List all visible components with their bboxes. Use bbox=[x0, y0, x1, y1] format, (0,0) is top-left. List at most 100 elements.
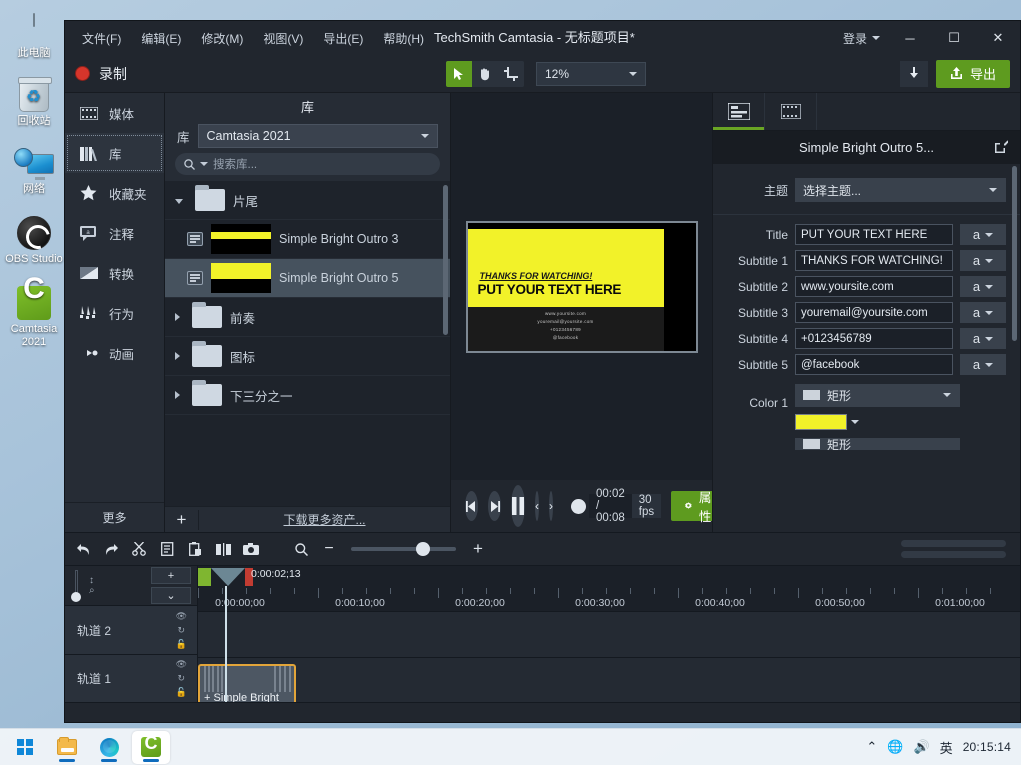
network-icon[interactable]: 🌐 bbox=[887, 739, 903, 755]
record-button[interactable]: 录制 bbox=[75, 64, 127, 84]
menu-export[interactable]: 导出(E) bbox=[314, 25, 372, 52]
library-folder-row[interactable]: 图标 bbox=[165, 337, 450, 376]
chevron-right-icon[interactable] bbox=[175, 352, 180, 360]
timeline-horizontal-scrollbar[interactable] bbox=[901, 540, 1006, 558]
menu-view[interactable]: 视图(V) bbox=[254, 25, 312, 52]
sidebar-item-media[interactable]: 媒体 bbox=[65, 93, 164, 133]
color2-shape-select[interactable]: 矩形 bbox=[795, 438, 960, 450]
canvas-stage[interactable]: THANKS FOR WATCHING! PUT YOUR TEXT HERE … bbox=[465, 220, 698, 353]
library-asset-row[interactable]: Simple Bright Outro 3 bbox=[165, 220, 450, 259]
crop-tool-icon[interactable] bbox=[498, 60, 524, 87]
track-header-1[interactable]: 轨道 1 👁 ↻ 🔓 bbox=[65, 653, 197, 702]
track-row-1[interactable]: + Simple Bright bbox=[198, 656, 1020, 702]
color1-shape-select[interactable]: 矩形 bbox=[795, 383, 960, 407]
loop-icon[interactable]: ↻ bbox=[178, 673, 186, 684]
seek-handle[interactable] bbox=[571, 498, 586, 514]
camera-icon[interactable] bbox=[237, 536, 265, 562]
tab-properties[interactable] bbox=[713, 93, 765, 130]
undo-icon[interactable] bbox=[69, 536, 97, 562]
sidebar-item-annotations[interactable]: a 注释 bbox=[65, 213, 164, 253]
file-explorer-button[interactable] bbox=[48, 731, 86, 764]
subtitle-1-input[interactable]: THANKS FOR WATCHING! bbox=[795, 250, 953, 271]
sidebar-item-transitions[interactable]: 转换 bbox=[65, 253, 164, 293]
track-row-2[interactable] bbox=[198, 611, 1020, 657]
camtasia-taskbar-button[interactable] bbox=[132, 730, 170, 764]
previous-marker-button[interactable]: ‹ bbox=[535, 491, 539, 521]
properties-scrollbar[interactable] bbox=[1012, 166, 1017, 341]
pause-button[interactable] bbox=[511, 485, 525, 527]
font-button[interactable]: a bbox=[960, 302, 1006, 323]
chevron-down-icon[interactable] bbox=[175, 198, 183, 204]
sidebar-item-animations[interactable]: 动画 bbox=[65, 333, 164, 373]
minimize-button[interactable]: ─ bbox=[888, 21, 932, 55]
font-button[interactable]: a bbox=[960, 328, 1006, 349]
chevron-right-icon[interactable] bbox=[175, 391, 180, 399]
collapse-tracks-button[interactable]: ⌄ bbox=[151, 587, 191, 605]
preview-canvas[interactable]: THANKS FOR WATCHING! PUT YOUR TEXT HERE … bbox=[451, 93, 712, 480]
track-height-slider[interactable] bbox=[71, 569, 81, 602]
font-button[interactable]: a bbox=[960, 276, 1006, 297]
timeline-clip[interactable]: + Simple Bright bbox=[198, 663, 296, 702]
subtitle-4-input[interactable]: +0123456789 bbox=[795, 328, 953, 349]
subtitle-5-input[interactable]: @facebook bbox=[795, 354, 953, 375]
tray-chevron-icon[interactable]: ⌃ bbox=[866, 739, 877, 755]
timeline-zoom-slider[interactable] bbox=[351, 542, 456, 556]
library-folder-row[interactable]: 片尾 bbox=[165, 181, 450, 220]
title-input[interactable]: PUT YOUR TEXT HERE bbox=[795, 224, 953, 245]
desktop-icon-camtasia[interactable]: Camtasia 2021 bbox=[0, 282, 68, 349]
previous-frame-button[interactable] bbox=[465, 491, 478, 521]
color1-swatch[interactable] bbox=[795, 414, 847, 430]
sidebar-more-button[interactable]: 更多 bbox=[65, 502, 164, 532]
font-button[interactable]: a bbox=[960, 250, 1006, 271]
edit-pencil-icon[interactable] bbox=[995, 139, 1009, 156]
login-button[interactable]: 登录 bbox=[835, 30, 888, 47]
zoom-level-select[interactable]: 12% bbox=[536, 61, 646, 86]
download-more-assets-link[interactable]: 下载更多资产... bbox=[199, 511, 450, 528]
start-button[interactable] bbox=[6, 731, 44, 764]
subtitle-2-input[interactable]: www.yoursite.com bbox=[795, 276, 953, 297]
taskbar-clock[interactable]: 20:15:14 bbox=[963, 740, 1011, 754]
zoom-out-button[interactable]: − bbox=[315, 536, 343, 562]
library-dropdown[interactable]: Camtasia 2021 bbox=[197, 124, 438, 148]
next-marker-button[interactable]: › bbox=[549, 491, 553, 521]
timeline-zoom-handle[interactable] bbox=[416, 542, 431, 556]
menu-file[interactable]: 文件(F) bbox=[73, 25, 130, 52]
download-button[interactable] bbox=[899, 60, 928, 87]
library-add-button[interactable]: + bbox=[165, 509, 199, 530]
library-asset-row[interactable]: Simple Bright Outro 5 bbox=[165, 259, 450, 298]
menu-modify[interactable]: 修改(M) bbox=[192, 25, 252, 52]
library-search-input[interactable]: 搜索库... bbox=[175, 153, 440, 175]
track-header-2[interactable]: 轨道 2 👁 ↻ 🔓 bbox=[65, 605, 197, 654]
hand-tool-icon[interactable] bbox=[472, 60, 498, 87]
eye-icon[interactable]: 👁 bbox=[176, 611, 187, 622]
tab-captions[interactable] bbox=[765, 93, 817, 130]
split-icon[interactable] bbox=[209, 536, 237, 562]
export-button[interactable]: 导出 bbox=[935, 59, 1010, 88]
desktop-icon-network[interactable]: 网络 bbox=[0, 148, 68, 196]
menu-edit[interactable]: 编辑(E) bbox=[132, 25, 190, 52]
cut-icon[interactable] bbox=[125, 536, 153, 562]
loop-icon[interactable]: ↻ bbox=[178, 625, 186, 636]
timeline-ruler[interactable]: 0:00:02;13 0:00:00;00 0:00:10;00 0:00:20… bbox=[198, 566, 1020, 611]
cursor-tool-icon[interactable] bbox=[446, 60, 472, 87]
desktop-icon-obs-studio[interactable]: OBS Studio bbox=[0, 216, 68, 266]
sidebar-item-favorites[interactable]: 收藏夹 bbox=[65, 173, 164, 213]
maximize-button[interactable]: ☐ bbox=[932, 21, 976, 55]
chevron-down-icon[interactable] bbox=[851, 420, 859, 424]
library-folder-row[interactable]: 下三分之一 bbox=[165, 376, 450, 415]
sidebar-item-library[interactable]: 库 bbox=[65, 133, 164, 173]
lock-icon[interactable]: 🔓 bbox=[176, 639, 187, 650]
desktop-icon-this-pc[interactable]: 此电脑 bbox=[0, 13, 68, 60]
font-button[interactable]: a bbox=[960, 354, 1006, 375]
menu-help[interactable]: 帮助(H) bbox=[374, 25, 433, 52]
ime-indicator[interactable]: 英 bbox=[940, 738, 953, 757]
redo-icon[interactable] bbox=[97, 536, 125, 562]
zoom-icon[interactable] bbox=[287, 536, 315, 562]
microsoft-edge-button[interactable] bbox=[90, 731, 128, 764]
lock-icon[interactable]: 🔓 bbox=[176, 687, 187, 698]
zoom-in-button[interactable]: + bbox=[464, 536, 492, 562]
subtitle-3-input[interactable]: youremail@yoursite.com bbox=[795, 302, 953, 323]
playhead-handle[interactable] bbox=[198, 568, 253, 586]
sidebar-item-behaviors[interactable]: 行为 bbox=[65, 293, 164, 333]
library-folder-row[interactable]: 前奏 bbox=[165, 298, 450, 337]
